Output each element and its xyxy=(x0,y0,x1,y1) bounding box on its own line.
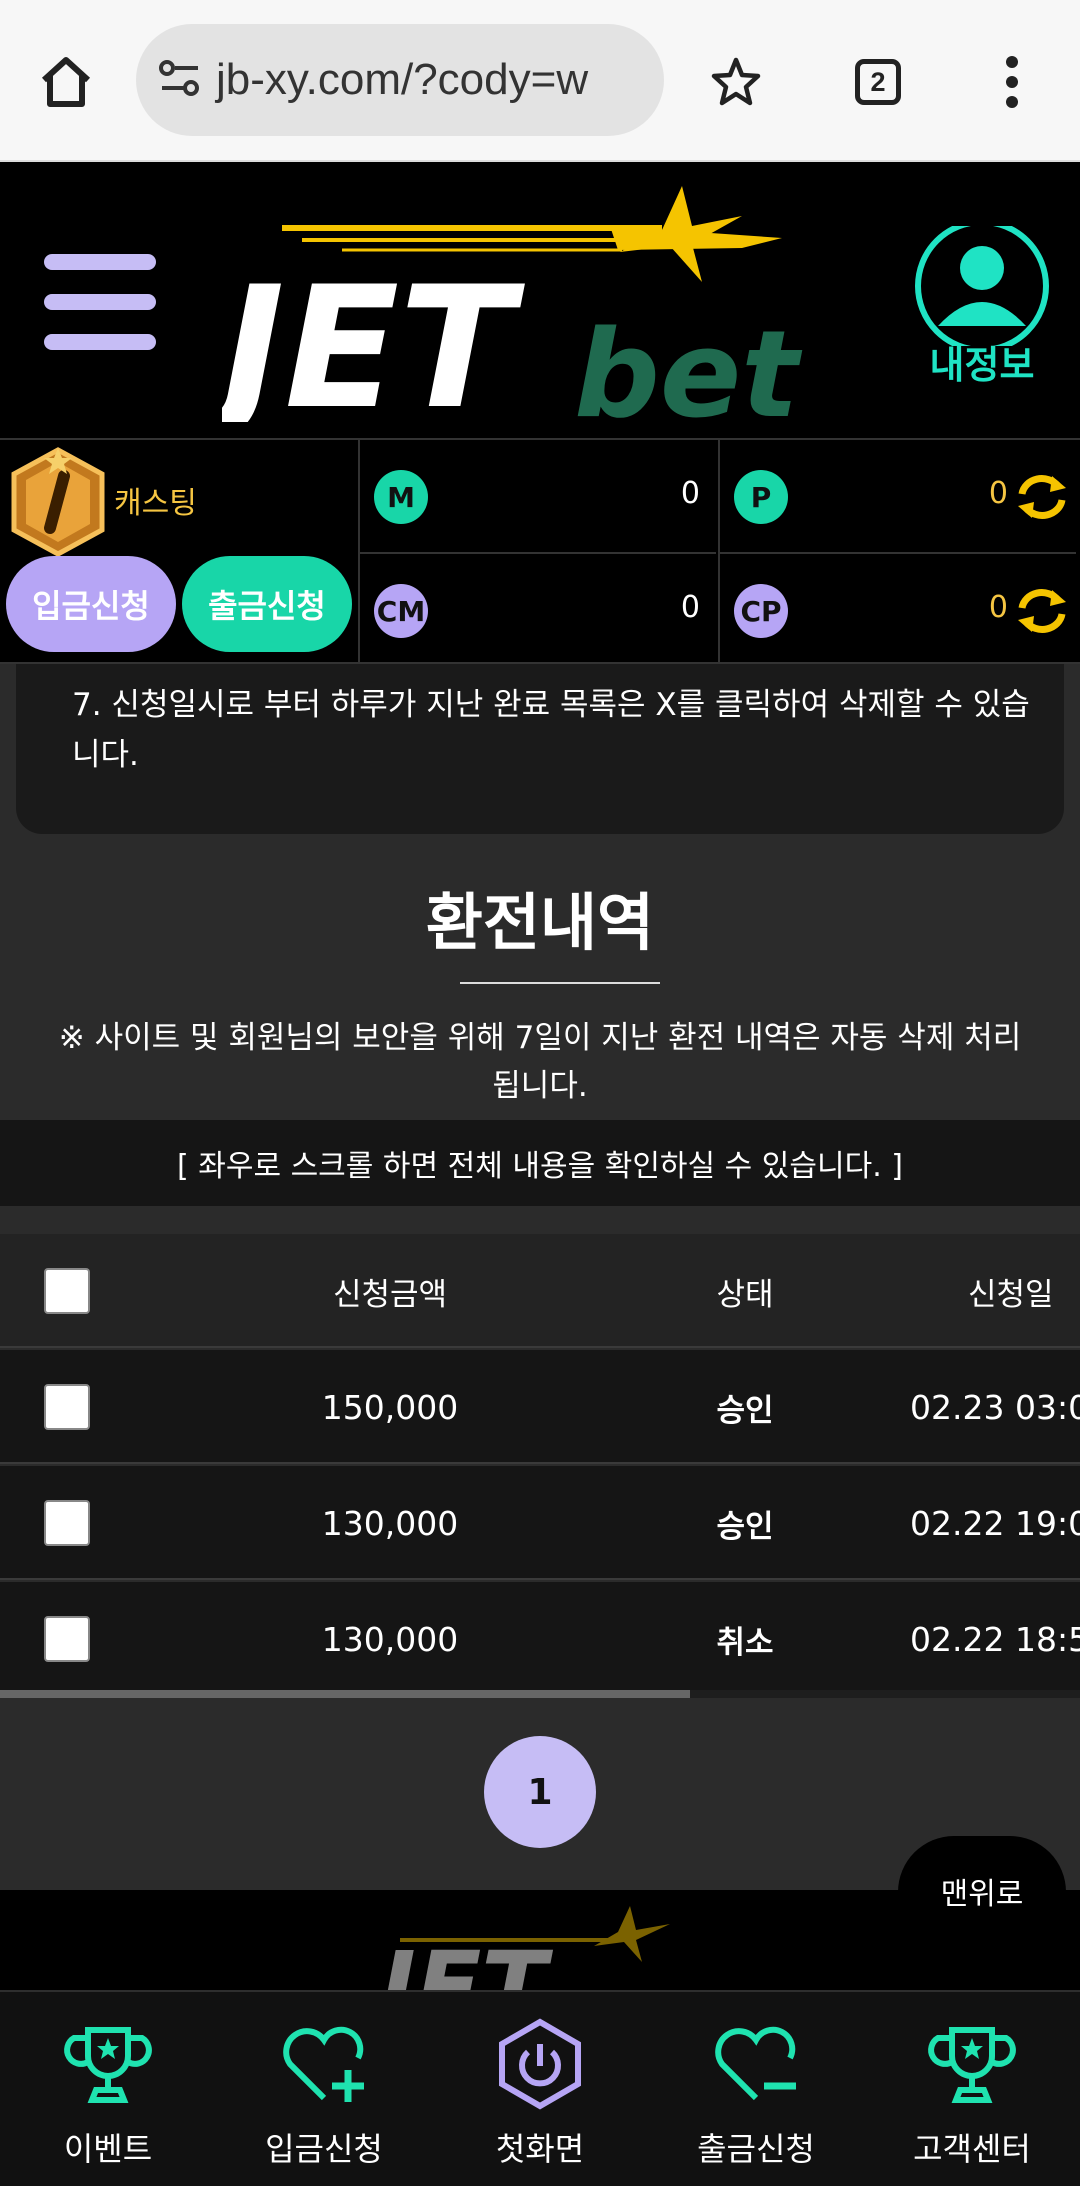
tabs-icon[interactable]: 2 xyxy=(842,46,914,118)
bottom-nav: 이벤트 입금신청 첫화면 출금신청 고객센터 xyxy=(0,1990,1080,2186)
page-title: 환전내역 xyxy=(425,886,655,959)
address-bar[interactable]: jb-xy.com/?cody=w xyxy=(136,24,664,136)
menu-icon[interactable] xyxy=(44,254,156,350)
balance-cm: CM 0 xyxy=(358,552,716,664)
row-amount: 130,000 xyxy=(321,1503,459,1543)
rank-badge-icon xyxy=(6,446,110,558)
nav-item-support[interactable]: 고객센터 xyxy=(864,1992,1080,2186)
refresh-icon[interactable] xyxy=(1014,472,1070,520)
trophy-icon xyxy=(928,2027,1016,2103)
profile-label: 내정보 xyxy=(929,343,1035,387)
scroll-notice: [ 좌우로 스크롤 하면 전체 내용을 확인하실 수 있습니다. ] xyxy=(0,1120,1080,1206)
scrollbar-thumb[interactable] xyxy=(0,1690,690,1698)
balance-cm-value: 0 xyxy=(680,590,700,625)
trophy-icon xyxy=(64,2027,152,2103)
nav-label: 입금신청 xyxy=(265,2130,383,2168)
url-text: jb-xy.com/?cody=w xyxy=(216,55,589,104)
svg-text:JET: JET xyxy=(222,250,525,422)
header-date: 신청일 xyxy=(968,1276,1054,1313)
withdraw-request-button[interactable]: 출금신청 xyxy=(182,556,352,652)
row-date: 02.22 18:5 xyxy=(910,1619,1080,1659)
nav-label: 첫화면 xyxy=(495,2130,585,2168)
rank-label: 캐스팅 xyxy=(114,486,197,521)
header-status: 상태 xyxy=(716,1276,774,1313)
notice-card: 7. 신청일시로 부터 하루가 지난 완료 목록은 X를 클릭하여 삭제할 수 … xyxy=(16,664,1064,834)
row-status: 취소 xyxy=(716,1624,774,1661)
balance-p: P 0 xyxy=(718,440,1076,552)
more-icon[interactable] xyxy=(976,46,1048,118)
balance-p-value: 0 xyxy=(988,476,1008,511)
row-amount: 150,000 xyxy=(321,1387,459,1427)
table-row: 150,000 승인 02.23 03:0 xyxy=(0,1350,1080,1464)
browser-toolbar: jb-xy.com/?cody=w 2 xyxy=(0,0,1080,162)
row-date: 02.22 19:0 xyxy=(910,1503,1080,1543)
power-icon xyxy=(499,2018,581,2110)
heart-plus-icon xyxy=(283,2026,364,2102)
star-icon[interactable] xyxy=(700,46,772,118)
security-note: ※ 사이트 및 회원님의 보안을 위해 7일이 지난 환전 내역은 자동 삭제 … xyxy=(58,1020,1022,1104)
header-amount: 신청금액 xyxy=(332,1276,448,1313)
row-date: 02.23 03:0 xyxy=(910,1387,1080,1427)
balance-m: M 0 xyxy=(358,440,716,552)
row-amount: 130,000 xyxy=(321,1619,459,1659)
nav-label: 고객센터 xyxy=(913,2130,1031,2168)
svg-text:bet: bet xyxy=(574,306,803,422)
m-coin-icon: M xyxy=(374,470,428,524)
title-divider xyxy=(460,982,660,984)
scroll-to-top-button[interactable]: 맨위로 xyxy=(898,1836,1066,1946)
site-header: JET bet 내정보 xyxy=(0,162,1080,446)
jetbet-logo[interactable]: JET bet xyxy=(194,186,862,446)
nav-item-withdraw[interactable]: 출금신청 xyxy=(648,1992,864,2186)
horizontal-scrollbar[interactable] xyxy=(0,1690,1080,1698)
balance-m-value: 0 xyxy=(680,476,700,511)
cm-coin-icon: CM xyxy=(374,584,428,638)
row-checkbox[interactable] xyxy=(44,1616,90,1662)
balance-cp-value: 0 xyxy=(988,590,1008,625)
p-coin-icon: P xyxy=(734,470,788,524)
heart-minus-icon xyxy=(715,2026,796,2101)
pagination-page-button[interactable]: 1 xyxy=(484,1736,596,1848)
user-icon xyxy=(915,219,1049,353)
nav-label: 이벤트 xyxy=(63,2130,153,2168)
row-checkbox[interactable] xyxy=(44,1384,90,1430)
table-row: 130,000 취소 02.22 18:5 xyxy=(0,1582,1080,1696)
notice-text: 7. 신청일시로 부터 하루가 지난 완료 목록은 X를 클릭하여 삭제할 수 … xyxy=(72,687,1030,773)
cp-coin-icon: CP xyxy=(734,584,788,638)
nav-item-deposit[interactable]: 입금신청 xyxy=(216,1992,432,2186)
row-status: 승인 xyxy=(716,1508,774,1545)
refresh-icon[interactable] xyxy=(1014,586,1070,634)
nav-item-event[interactable]: 이벤트 xyxy=(0,1992,216,2186)
table-row: 130,000 승인 02.22 19:0 xyxy=(0,1466,1080,1580)
nav-item-home[interactable]: 첫화면 xyxy=(432,1992,648,2186)
page: jb-xy.com/?cody=w 2 JET bet 내정보 캐스팅 입금신청… xyxy=(0,0,1080,2186)
user-info-bar: 캐스팅 입금신청 출금신청 M 0 P 0 CM 0 CP 0 xyxy=(0,438,1080,664)
select-all-checkbox[interactable] xyxy=(44,1268,90,1314)
deposit-request-button[interactable]: 입금신청 xyxy=(6,556,176,652)
nav-label: 출금신청 xyxy=(697,2130,815,2168)
tab-count: 2 xyxy=(855,59,901,105)
site-info-icon[interactable] xyxy=(158,58,202,102)
table-header-row: 신청금액 상태 신청일 xyxy=(0,1234,1080,1348)
home-icon[interactable] xyxy=(30,46,102,118)
exchange-history-table[interactable]: 신청금액 상태 신청일 150,000 승인 02.23 03:0 130,00… xyxy=(0,1234,1080,1704)
row-checkbox[interactable] xyxy=(44,1500,90,1546)
profile-button[interactable]: 내정보 xyxy=(912,219,1052,396)
row-status: 승인 xyxy=(716,1392,774,1429)
balance-cp: CP 0 xyxy=(718,552,1076,664)
